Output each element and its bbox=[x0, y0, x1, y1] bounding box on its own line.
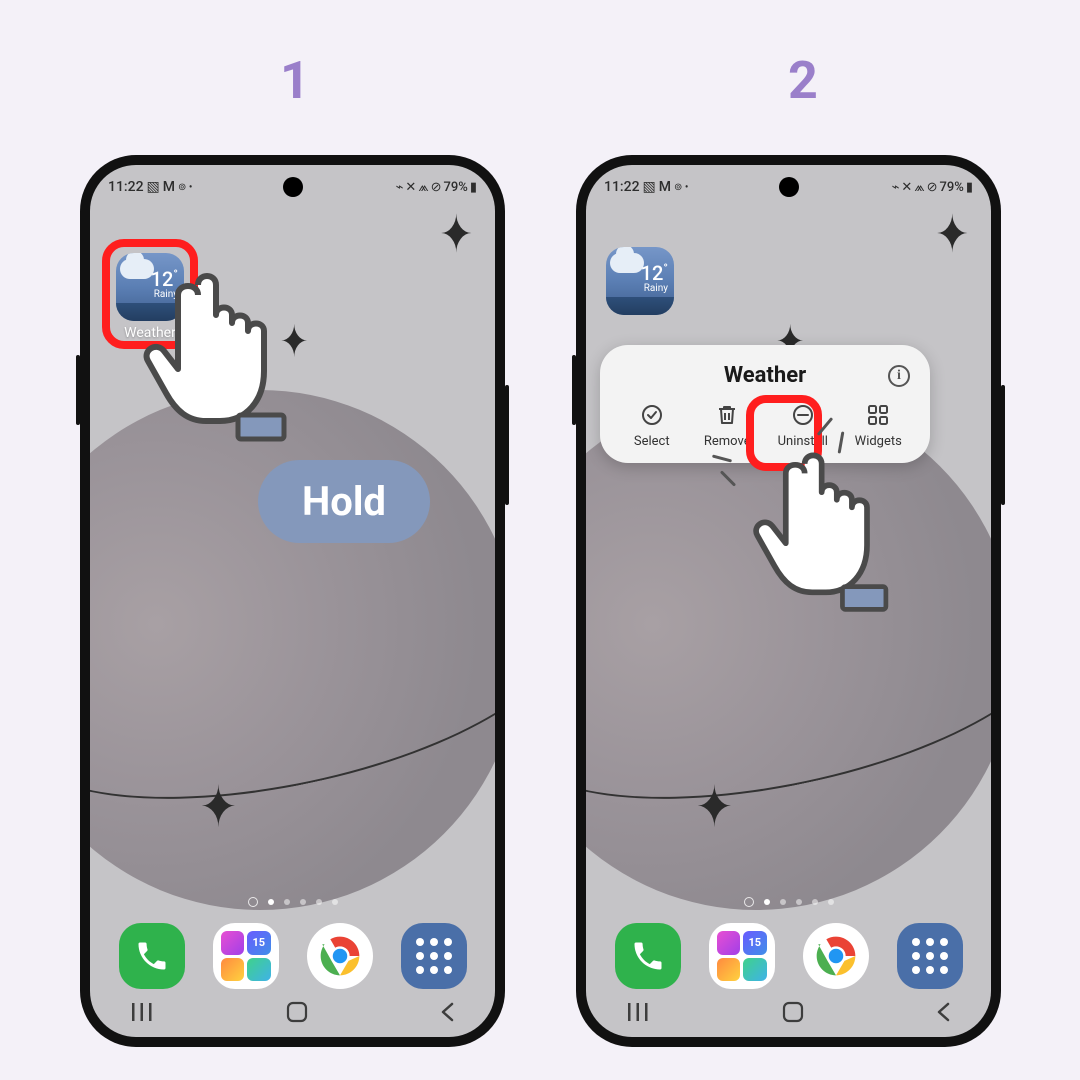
wifi-icon: ⩕ bbox=[418, 180, 428, 195]
battery-icon: ▮ bbox=[966, 180, 973, 195]
dock-phone-app[interactable] bbox=[615, 923, 681, 989]
sparkle-icon: ✦ bbox=[935, 209, 969, 261]
step-number-1: 1 bbox=[280, 50, 310, 111]
page-dot[interactable] bbox=[812, 899, 818, 905]
tap-effect-icon bbox=[718, 427, 818, 507]
gmail-icon: M bbox=[659, 179, 671, 195]
nav-back-button[interactable] bbox=[439, 1002, 455, 1027]
nav-bar bbox=[130, 999, 455, 1029]
page-dot[interactable] bbox=[284, 899, 290, 905]
wifi-icon: ⩕ bbox=[914, 180, 924, 195]
popup-select-button[interactable]: Select bbox=[616, 402, 688, 449]
battery-text: 79% bbox=[939, 180, 963, 195]
sparkle-icon: ✦ bbox=[200, 778, 237, 835]
weather-sea bbox=[606, 297, 674, 315]
apps-grid-icon bbox=[912, 938, 948, 974]
status-bar: 11:22 ▧ M ⊚ • ⌁ ✕ ⩕ ⊘ 79% ▮ bbox=[108, 175, 477, 199]
hold-tooltip: Hold bbox=[258, 460, 430, 543]
popup-action-label: Widgets bbox=[855, 434, 902, 449]
gmail-icon: M bbox=[163, 179, 175, 195]
highlight-ring bbox=[102, 239, 198, 349]
nav-bar bbox=[626, 999, 951, 1029]
weather-condition: Rainy bbox=[644, 283, 668, 294]
dock-phone-app[interactable] bbox=[119, 923, 185, 989]
status-time: 11:22 bbox=[108, 179, 144, 195]
phone-mockup-1: ✦ ✦ ✦ 11:22 ▧ M ⊚ • ⌁ ✕ ⩕ ⊘ 79% ▮ bbox=[80, 155, 505, 1047]
dock-gallery-app[interactable]: 15 bbox=[709, 923, 775, 989]
picture-icon: ▧ bbox=[147, 179, 160, 195]
battery-icon: ▮ bbox=[470, 180, 477, 195]
nav-recents-button[interactable] bbox=[130, 1002, 154, 1026]
home-screen[interactable]: ✦ ✦ ✦ 11:22 ▧ M ⊚ • ⌁ ✕ ⩕ ⊘ 79% ▮ 12° bbox=[586, 165, 991, 1037]
chrome-icon bbox=[807, 927, 865, 985]
phone-icon bbox=[630, 938, 666, 974]
page-dot[interactable] bbox=[316, 899, 322, 905]
dock-gallery-app[interactable]: 15 bbox=[213, 923, 279, 989]
dock-apps-button[interactable] bbox=[897, 923, 963, 989]
widgets-icon bbox=[865, 402, 891, 428]
select-icon bbox=[639, 402, 665, 428]
cloud-icon bbox=[610, 253, 644, 273]
page-dot[interactable] bbox=[764, 899, 770, 905]
nav-home-button[interactable] bbox=[782, 1001, 804, 1028]
info-icon[interactable]: i bbox=[888, 365, 910, 387]
settings-dot-icon: ⊚ • bbox=[674, 182, 688, 193]
status-bar: 11:22 ▧ M ⊚ • ⌁ ✕ ⩕ ⊘ 79% ▮ bbox=[604, 175, 973, 199]
page-indicator[interactable] bbox=[90, 899, 495, 907]
page-dot-home[interactable] bbox=[744, 897, 754, 907]
home-screen[interactable]: ✦ ✦ ✦ 11:22 ▧ M ⊚ • ⌁ ✕ ⩕ ⊘ 79% ▮ bbox=[90, 165, 495, 1037]
page-dot[interactable] bbox=[828, 899, 834, 905]
page-indicator[interactable] bbox=[586, 899, 991, 907]
page-dot[interactable] bbox=[780, 899, 786, 905]
sparkle-icon: ✦ bbox=[439, 209, 473, 261]
nav-back-button[interactable] bbox=[935, 1002, 951, 1027]
popup-title: Weather bbox=[724, 363, 806, 388]
weather-app-icon[interactable]: 12° Rainy bbox=[606, 247, 674, 315]
sparkle-icon: ✦ bbox=[696, 778, 733, 835]
sparkle-icon: ✦ bbox=[280, 320, 309, 364]
popup-action-label: Select bbox=[634, 434, 670, 449]
bluetooth-icon: ⌁ bbox=[892, 180, 900, 195]
dock-chrome-app[interactable] bbox=[803, 923, 869, 989]
picture-icon: ▧ bbox=[643, 179, 656, 195]
trash-icon bbox=[714, 402, 740, 428]
popup-widgets-button[interactable]: Widgets bbox=[842, 402, 914, 449]
nav-recents-button[interactable] bbox=[626, 1002, 650, 1026]
page-dot[interactable] bbox=[796, 899, 802, 905]
chrome-icon bbox=[311, 927, 369, 985]
gallery-icon: 15 bbox=[717, 931, 767, 981]
page-dot[interactable] bbox=[300, 899, 306, 905]
mute-icon: ✕ bbox=[901, 180, 912, 195]
page-dot[interactable] bbox=[268, 899, 274, 905]
battery-text: 79% bbox=[443, 180, 467, 195]
settings-dot-icon: ⊚ • bbox=[178, 182, 192, 193]
phone-icon bbox=[134, 938, 170, 974]
bluetooth-icon: ⌁ bbox=[396, 180, 404, 195]
dock-chrome-app[interactable] bbox=[307, 923, 373, 989]
no-sim-icon: ⊘ bbox=[431, 180, 442, 195]
status-time: 11:22 bbox=[604, 179, 640, 195]
page-dot-home[interactable] bbox=[248, 897, 258, 907]
phone-mockup-2: ✦ ✦ ✦ 11:22 ▧ M ⊚ • ⌁ ✕ ⩕ ⊘ 79% ▮ 12° bbox=[576, 155, 1001, 1047]
no-sim-icon: ⊘ bbox=[927, 180, 938, 195]
apps-grid-icon bbox=[416, 938, 452, 974]
nav-home-button[interactable] bbox=[286, 1001, 308, 1028]
dock: 15 bbox=[586, 923, 991, 989]
dock: 15 bbox=[90, 923, 495, 989]
dock-apps-button[interactable] bbox=[401, 923, 467, 989]
weather-temp: 12° bbox=[641, 261, 668, 285]
step-number-2: 2 bbox=[788, 50, 818, 111]
page-dot[interactable] bbox=[332, 899, 338, 905]
mute-icon: ✕ bbox=[405, 180, 416, 195]
gallery-icon: 15 bbox=[221, 931, 271, 981]
